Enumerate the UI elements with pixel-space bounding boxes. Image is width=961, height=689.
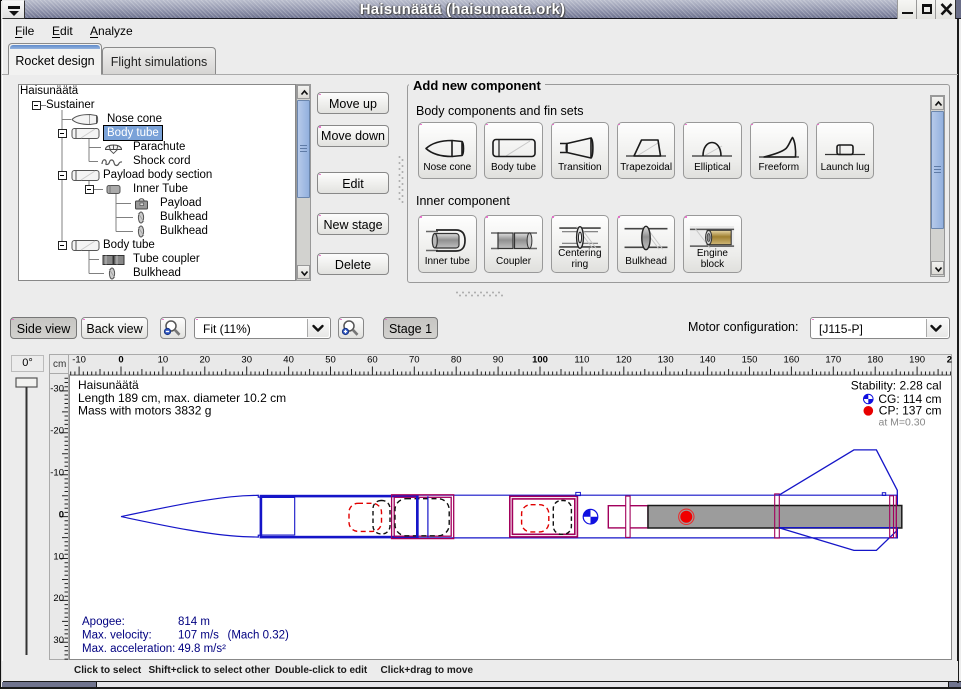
svg-text:49.8 m/s²: 49.8 m/s² (178, 643, 226, 655)
svg-text:Mass with motors 3832 g: Mass with motors 3832 g (78, 403, 211, 417)
svg-text:CP: 137 cm: CP: 137 cm (879, 404, 942, 418)
svg-text:814 m: 814 m (178, 616, 210, 628)
svg-text:Apogee:: Apogee: (82, 616, 125, 628)
svg-text:Max. velocity:: Max. velocity: (82, 630, 152, 642)
svg-text:107 m/s: 107 m/s (178, 630, 219, 642)
svg-text:Max. acceleration:: Max. acceleration: (82, 643, 175, 655)
svg-text:at M=0.30: at M=0.30 (879, 417, 926, 429)
svg-text:Stability: 2.28 cal: Stability: 2.28 cal (851, 379, 942, 393)
svg-text:(Mach 0.32): (Mach 0.32) (228, 630, 290, 642)
